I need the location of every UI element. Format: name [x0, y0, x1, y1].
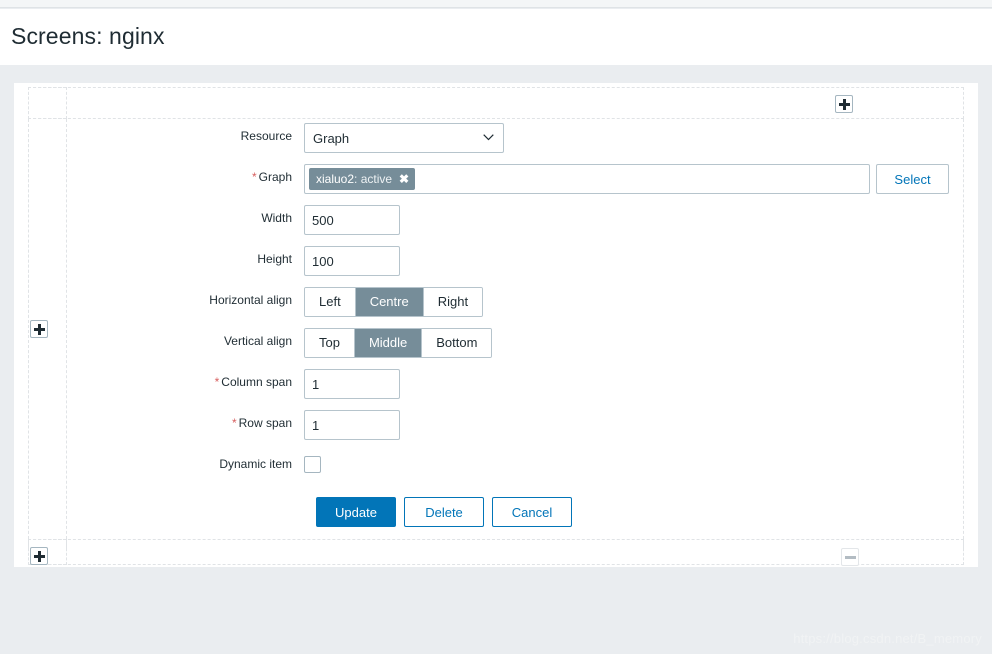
app-page: Screens: nginx Resource Graph * Graph xi… — [0, 0, 992, 654]
label-height: Height — [257, 252, 292, 266]
form-row-width: Width — [14, 205, 978, 235]
cancel-button[interactable]: Cancel — [492, 497, 572, 527]
height-input[interactable] — [304, 246, 400, 276]
plus-icon — [838, 98, 850, 110]
row-span-input[interactable] — [304, 410, 400, 440]
label-horizontal-align: Horizontal align — [209, 293, 292, 307]
control-horizontal-align: Left Centre Right — [304, 287, 484, 317]
label-row-span-text: Row span — [238, 416, 292, 430]
control-height — [304, 246, 400, 276]
valign-option-bottom[interactable]: Bottom — [422, 329, 492, 357]
screen-item-form: Resource Graph * Graph xialuo2: active ✖… — [14, 123, 978, 527]
update-button[interactable]: Update — [316, 497, 396, 527]
halign-option-left[interactable]: Left — [305, 288, 356, 316]
form-row-dynamic-item: Dynamic item — [14, 451, 978, 477]
label-resource: Resource — [240, 129, 292, 143]
form-row-height: Height — [14, 246, 978, 276]
label-vertical-align: Vertical align — [223, 334, 292, 348]
resource-select-value: Graph — [313, 130, 350, 146]
label-graph: * Graph — [14, 164, 304, 190]
horizontal-align-group: Left Centre Right — [304, 287, 484, 317]
halign-option-right[interactable]: Right — [423, 288, 483, 316]
watermark: https://blog.csdn.net/B_memory — [793, 631, 982, 646]
grid-row-bottom — [28, 539, 964, 565]
form-row-valign: Vertical align Top Middle Bottom — [14, 328, 978, 358]
control-dynamic-item — [304, 451, 321, 473]
column-span-input[interactable] — [304, 369, 400, 399]
resource-select[interactable]: Graph — [304, 123, 504, 153]
form-row-resource: Resource Graph — [14, 123, 978, 153]
add-column-button[interactable] — [835, 95, 853, 113]
top-strip — [0, 0, 992, 8]
required-star-column-span: * — [214, 375, 220, 389]
control-resource: Graph — [304, 123, 504, 153]
valign-option-top[interactable]: Top — [305, 329, 355, 357]
page-title: Screens: nginx — [11, 23, 165, 49]
control-width — [304, 205, 400, 235]
graph-multiselect[interactable]: xialuo2: active ✖ — [304, 164, 870, 194]
label-row-span: * Row span — [14, 410, 304, 436]
label-column-span: * Column span — [14, 369, 304, 395]
form-row-column-span: * Column span — [14, 369, 978, 399]
plus-icon — [33, 323, 45, 335]
valign-option-middle[interactable]: Middle — [354, 329, 423, 357]
graph-selected-tag: xialuo2: active ✖ — [309, 168, 416, 190]
label-column-span-text: Column span — [221, 375, 292, 389]
grid-row-top — [28, 87, 964, 119]
label-width: Width — [261, 211, 292, 225]
remove-row-button — [841, 548, 859, 566]
required-star-row-span: * — [231, 416, 237, 430]
control-graph: xialuo2: active ✖ Select — [304, 164, 949, 194]
halign-option-centre[interactable]: Centre — [355, 288, 424, 316]
dynamic-item-checkbox[interactable] — [304, 456, 321, 473]
screen-editor-panel: Resource Graph * Graph xialuo2: active ✖… — [14, 83, 978, 567]
plus-icon — [33, 550, 45, 562]
control-vertical-align: Top Middle Bottom — [304, 328, 493, 358]
width-input[interactable] — [304, 205, 400, 235]
form-row-graph: * Graph xialuo2: active ✖ Select — [14, 164, 978, 194]
graph-tag-name: : active — [354, 172, 393, 186]
add-row-left-button[interactable] — [30, 320, 48, 338]
form-row-row-span: * Row span — [14, 410, 978, 440]
graph-tag-host: xialuo2 — [316, 172, 355, 186]
vertical-align-group: Top Middle Bottom — [304, 328, 493, 358]
required-star-graph: * — [251, 170, 257, 184]
grid-row-top-col1 — [28, 87, 67, 119]
control-row-span — [304, 410, 400, 440]
label-graph-text: Graph — [258, 170, 292, 184]
form-row-halign: Horizontal align Left Centre Right — [14, 287, 978, 317]
add-row-bottom-button[interactable] — [30, 547, 48, 565]
page-header: Screens: nginx — [0, 9, 992, 65]
graph-select-button[interactable]: Select — [876, 164, 949, 194]
form-actions: Update Delete Cancel — [316, 497, 978, 527]
label-dynamic-item: Dynamic item — [219, 457, 292, 471]
delete-button[interactable]: Delete — [404, 497, 484, 527]
control-column-span — [304, 369, 400, 399]
remove-tag-icon[interactable]: ✖ — [399, 173, 409, 185]
chevron-down-icon — [483, 134, 494, 141]
minus-icon — [844, 555, 856, 559]
